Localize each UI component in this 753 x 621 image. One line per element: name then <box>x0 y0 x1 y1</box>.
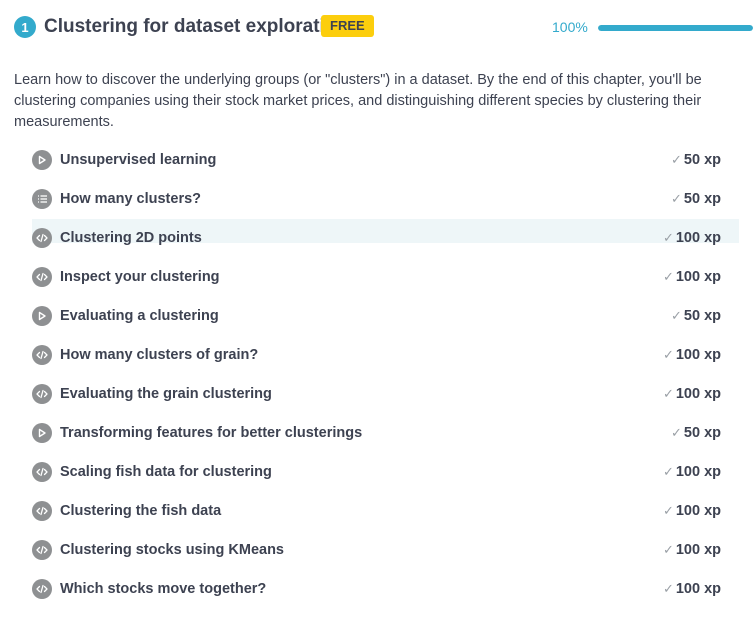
exercise-title[interactable]: Scaling fish data for clustering <box>60 463 272 481</box>
check-icon: ✓ <box>662 503 674 518</box>
chapter-header: 1 Clustering for dataset exploration FRE… <box>14 14 753 40</box>
code-icon <box>32 462 52 482</box>
xp-value: 100 xp <box>675 503 721 519</box>
exercise-xp: ✓ 100 xp <box>663 541 721 559</box>
xp-value: 50 xp <box>683 308 721 324</box>
check-icon: ✓ <box>662 464 674 479</box>
exercise-title[interactable]: Evaluating the grain clustering <box>60 385 272 403</box>
code-icon <box>32 345 52 365</box>
exercise-xp: ✓ 100 xp <box>663 385 721 403</box>
exercise-item[interactable]: Transforming features for better cluster… <box>32 414 739 453</box>
progress-bar-fill <box>598 25 753 31</box>
check-icon: ✓ <box>671 191 682 206</box>
xp-value: 100 xp <box>675 269 721 285</box>
xp-value: 50 xp <box>683 425 721 441</box>
exercise-title[interactable]: Which stocks move together? <box>60 580 266 598</box>
chapter-card: 1 Clustering for dataset exploration FRE… <box>0 0 753 621</box>
exercise-title[interactable]: How many clusters? <box>60 190 201 208</box>
code-icon <box>32 384 52 404</box>
exercise-title[interactable]: Inspect your clustering <box>60 268 220 286</box>
exercise-xp: ✓ 100 xp <box>663 502 721 520</box>
check-icon: ✓ <box>662 347 674 362</box>
exercise-item[interactable]: Clustering 2D points ✓ 100 xp <box>32 219 739 258</box>
exercise-xp: ✓ 50 xp <box>671 151 721 169</box>
exercise-item[interactable]: Evaluating a clustering ✓ 50 xp <box>32 297 739 336</box>
exercise-xp: ✓ 100 xp <box>663 268 721 286</box>
exercise-xp: ✓ 50 xp <box>671 190 721 208</box>
exercise-xp: ✓ 50 xp <box>671 307 721 325</box>
check-icon: ✓ <box>671 308 682 323</box>
check-icon: ✓ <box>671 425 682 440</box>
exercise-title[interactable]: How many clusters of grain? <box>60 346 258 364</box>
check-icon: ✓ <box>662 230 674 245</box>
exercise-title[interactable]: Unsupervised learning <box>60 151 216 169</box>
code-icon <box>32 501 52 521</box>
exercise-xp: ✓ 100 xp <box>663 463 721 481</box>
xp-value: 100 xp <box>675 386 721 402</box>
xp-value: 50 xp <box>683 152 721 168</box>
free-badge: FREE <box>321 15 374 37</box>
xp-value: 100 xp <box>675 347 721 363</box>
play-icon <box>32 306 52 326</box>
check-icon: ✓ <box>671 152 682 167</box>
check-icon: ✓ <box>662 542 674 557</box>
exercise-title[interactable]: Clustering stocks using KMeans <box>60 541 284 559</box>
exercise-xp: ✓ 50 xp <box>671 424 721 442</box>
chapter-title[interactable]: Clustering for dataset exploration <box>44 14 348 40</box>
exercise-item[interactable]: Clustering stocks using KMeans ✓ 100 xp <box>32 531 739 570</box>
exercise-title[interactable]: Clustering 2D points <box>60 229 202 247</box>
exercise-title[interactable]: Transforming features for better cluster… <box>60 424 362 442</box>
code-icon <box>32 228 52 248</box>
xp-value: 50 xp <box>683 191 721 207</box>
exercise-item[interactable]: Evaluating the grain clustering ✓ 100 xp <box>32 375 739 414</box>
exercise-title[interactable]: Clustering the fish data <box>60 502 221 520</box>
play-icon <box>32 150 52 170</box>
exercise-xp: ✓ 100 xp <box>663 580 721 598</box>
code-icon <box>32 579 52 599</box>
exercise-item[interactable]: Scaling fish data for clustering ✓ 100 xp <box>32 453 739 492</box>
check-icon: ✓ <box>662 386 674 401</box>
exercise-item[interactable]: Inspect your clustering ✓ 100 xp <box>32 258 739 297</box>
exercise-xp: ✓ 100 xp <box>663 346 721 364</box>
xp-value: 100 xp <box>675 464 721 480</box>
chapter-description: Learn how to discover the underlying gro… <box>14 71 702 130</box>
xp-value: 100 xp <box>675 581 721 597</box>
progress-label: 100% <box>552 19 588 35</box>
exercise-item[interactable]: Unsupervised learning ✓ 50 xp <box>32 141 739 180</box>
progress-bar <box>598 25 753 31</box>
code-icon <box>32 540 52 560</box>
exercise-item[interactable]: Which stocks move together? ✓ 100 xp <box>32 570 739 609</box>
chapter-number-badge: 1 <box>14 16 36 38</box>
exercise-xp: ✓ 100 xp <box>663 229 721 247</box>
list-icon <box>32 189 52 209</box>
exercise-item[interactable]: How many clusters? ✓ 50 xp <box>32 180 739 219</box>
code-icon <box>32 267 52 287</box>
xp-value: 100 xp <box>675 542 721 558</box>
check-icon: ✓ <box>662 269 674 284</box>
exercise-list: Unsupervised learning ✓ 50 xp How many clus… <box>32 141 739 609</box>
check-icon: ✓ <box>662 581 674 596</box>
exercise-title[interactable]: Evaluating a clustering <box>60 307 219 325</box>
xp-value: 100 xp <box>675 230 721 246</box>
exercise-item[interactable]: Clustering the fish data ✓ 100 xp <box>32 492 739 531</box>
exercise-item[interactable]: How many clusters of grain? ✓ 100 xp <box>32 336 739 375</box>
play-icon <box>32 423 52 443</box>
